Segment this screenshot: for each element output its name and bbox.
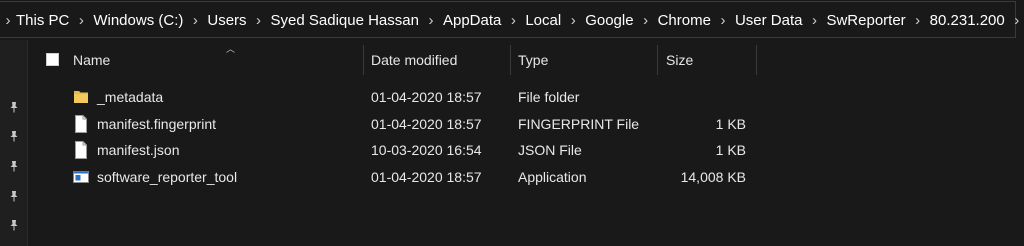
- list-item[interactable]: manifest.fingerprint 01-04-2020 18:57 FI…: [27, 111, 1024, 138]
- pin-icon[interactable]: [8, 160, 20, 172]
- file-type: FINGERPRINT File: [518, 115, 640, 132]
- chevron-right-icon[interactable]: ›: [802, 12, 826, 29]
- navigation-pane: [0, 40, 28, 246]
- file-size: 1 KB: [715, 115, 746, 132]
- file-name: manifest.json: [97, 142, 180, 158]
- folder-icon: [74, 91, 88, 103]
- chevron-right-icon[interactable]: ›: [247, 12, 271, 29]
- file-type: JSON File: [518, 142, 582, 158]
- pin-icon[interactable]: [8, 190, 20, 202]
- column-divider[interactable]: [363, 45, 364, 75]
- file-name: software_reporter_tool: [97, 168, 238, 185]
- column-header: ︿ Name Date modified Type Size: [27, 40, 1024, 80]
- sort-ascending-icon: ︿: [226, 44, 236, 54]
- chevron-right-icon[interactable]: ›: [634, 12, 658, 29]
- file-explorer-window: › This PC › Windows (C:) › Users › Syed …: [0, 0, 1024, 246]
- application-icon: [73, 170, 89, 183]
- breadcrumb-item-this-pc[interactable]: This PC: [16, 12, 69, 29]
- file-icon: [75, 141, 87, 159]
- breadcrumb-item-local[interactable]: Local: [525, 12, 561, 29]
- column-divider[interactable]: [657, 45, 658, 75]
- column-header-name[interactable]: Name: [73, 40, 110, 74]
- column-divider[interactable]: [756, 45, 757, 75]
- list-item[interactable]: _metadata 01-04-2020 18:57 File folder: [27, 84, 1024, 111]
- column-divider[interactable]: [510, 45, 511, 75]
- breadcrumb-item-user-data[interactable]: User Data: [735, 12, 803, 29]
- column-header-type[interactable]: Type: [518, 40, 548, 74]
- file-date-modified: 01-04-2020 18:57: [371, 168, 482, 185]
- breadcrumb-item-user[interactable]: Syed Sadique Hassan: [271, 12, 419, 29]
- chevron-right-icon[interactable]: ›: [561, 12, 585, 29]
- file-date-modified: 01-04-2020 18:57: [371, 89, 482, 105]
- chevron-right-icon[interactable]: ›: [69, 12, 93, 29]
- file-icon: [75, 114, 87, 133]
- chevron-right-icon[interactable]: ›: [1005, 12, 1024, 29]
- select-all-checkbox[interactable]: [46, 53, 59, 66]
- list-item[interactable]: software_reporter_tool 01-04-2020 18:57 …: [27, 164, 1024, 191]
- breadcrumb-item-users[interactable]: Users: [207, 12, 246, 29]
- breadcrumb-item-google[interactable]: Google: [585, 12, 633, 29]
- chevron-right-icon[interactable]: ›: [501, 12, 525, 29]
- chevron-right-icon[interactable]: ›: [711, 12, 735, 29]
- pin-icon[interactable]: [8, 219, 20, 231]
- breadcrumb: › This PC › Windows (C:) › Users › Syed …: [0, 0, 1024, 40]
- file-type: Application: [518, 168, 587, 185]
- address-bar[interactable]: › This PC › Windows (C:) › Users › Syed …: [0, 0, 1024, 40]
- breadcrumb-item-version[interactable]: 80.231.200: [930, 12, 1005, 29]
- file-type: File folder: [518, 89, 580, 105]
- file-date-modified: 01-04-2020 18:57: [371, 115, 482, 132]
- file-name: _metadata: [97, 89, 164, 105]
- breadcrumb-item-chrome[interactable]: Chrome: [658, 12, 711, 29]
- pin-icon[interactable]: [8, 130, 20, 142]
- chevron-right-icon[interactable]: ›: [419, 12, 443, 29]
- file-date-modified: 10-03-2020 16:54: [371, 142, 482, 158]
- chevron-right-icon[interactable]: ›: [183, 12, 207, 29]
- chevron-right-icon[interactable]: ›: [906, 12, 930, 29]
- file-name: manifest.fingerprint: [97, 115, 217, 132]
- breadcrumb-item-swreporter[interactable]: SwReporter: [826, 12, 905, 29]
- pin-icon[interactable]: [8, 101, 20, 113]
- column-header-date-modified[interactable]: Date modified: [371, 40, 457, 74]
- file-size: 14,008 KB: [680, 168, 746, 185]
- file-size: 1 KB: [715, 142, 746, 158]
- column-header-size[interactable]: Size: [666, 40, 693, 74]
- breadcrumb-item-appdata[interactable]: AppData: [443, 12, 501, 29]
- file-size: [647, 84, 746, 110]
- file-list: _metadata 01-04-2020 18:57 File folder m…: [27, 84, 1024, 190]
- list-item[interactable]: manifest.json 10-03-2020 16:54 JSON File…: [27, 137, 1024, 164]
- chevron-right-icon[interactable]: ›: [0, 12, 16, 29]
- breadcrumb-item-windows-c[interactable]: Windows (C:): [93, 12, 183, 29]
